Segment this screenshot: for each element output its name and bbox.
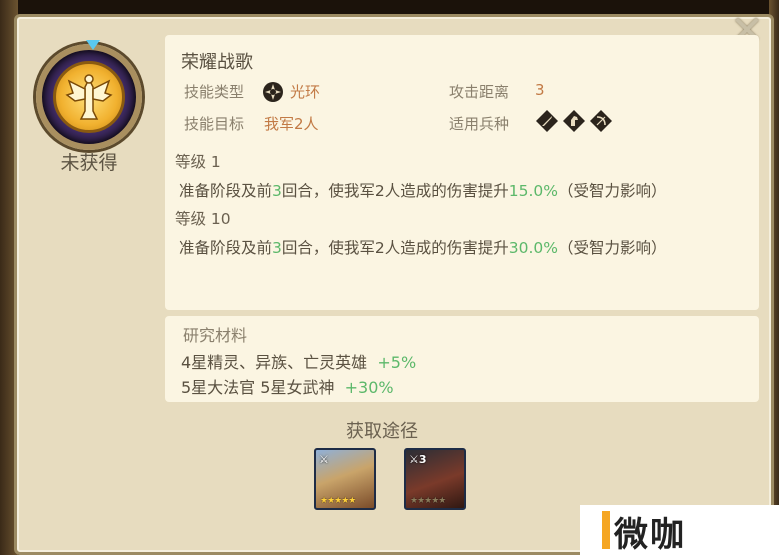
watermark-text: 微咖 [614,515,686,555]
hero-card[interactable]: ⚔3 ★★★★★ [404,448,466,510]
skill-name: 荣耀战歌 [181,52,253,73]
skill-type-label: 技能类型 [184,83,245,101]
level-10-label: 等级 10 [175,210,231,228]
sword-badge-icon: ⚔ [319,453,329,466]
hero-stars: ★★★★★ [410,496,446,506]
bow-icon [590,110,612,136]
acquisition-header: 获取途径 [346,421,418,442]
research-materials-header: 研究材料 [183,326,248,345]
attack-range-label: 攻击距离 [449,83,510,101]
skill-emblem [36,40,142,150]
watermark-bar [602,511,610,549]
level-1-label: 等级 1 [175,153,221,171]
gem-icon [86,40,100,50]
skill-detail-screen: ✕ 未获得 荣耀战歌 技能类型 光环 攻击距离 3 技能目标 我军2人 适用兵种… [0,0,779,555]
hero-badge: ⚔3 [409,453,427,466]
watermark-logo: 微咖 [580,505,779,555]
winged-figure-icon [53,61,125,133]
skill-target-label: 技能目标 [184,115,245,133]
skill-target-value: 我军2人 [264,115,319,133]
material-row: 5星大法官 5星女武神 +30% [181,378,394,397]
horse-icon [563,110,585,136]
aura-icon [262,81,284,107]
skill-info-card [165,35,759,310]
level-1-description: 准备阶段及前3回合，使我军2人造成的伤害提升15.0%（受智力影响） [179,182,667,200]
attack-range-value: 3 [535,81,545,99]
material-row: 4星精灵、异族、亡灵英雄 +5% [181,353,417,372]
troop-type-label: 适用兵种 [449,115,510,133]
hero-card[interactable]: ⚔ ★★★★★ [314,448,376,510]
skill-type-value: 光环 [290,83,321,101]
hero-stars: ★★★★★ [320,496,356,506]
acquire-status: 未获得 [60,152,118,174]
sword-icon [536,110,558,136]
level-10-description: 准备阶段及前3回合，使我军2人造成的伤害提升30.0%（受智力影响） [179,239,667,257]
